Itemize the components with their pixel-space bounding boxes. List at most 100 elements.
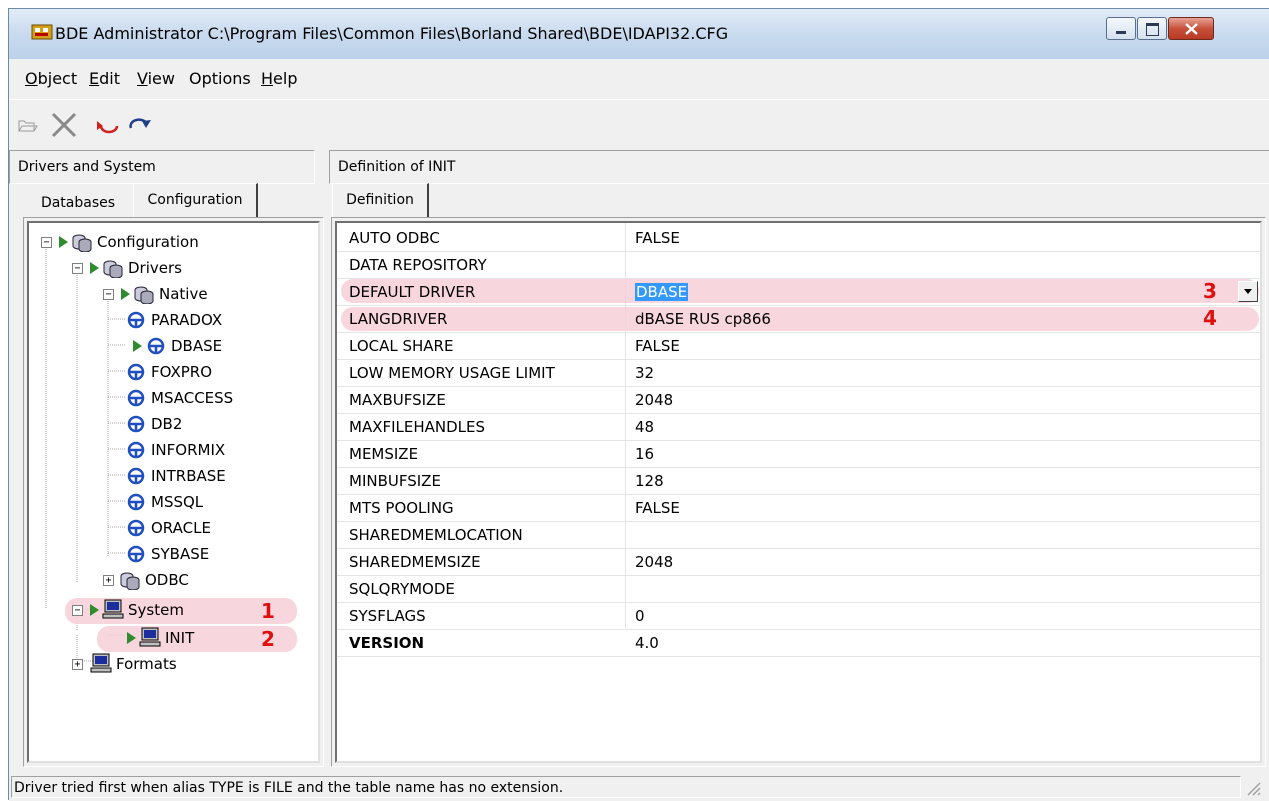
title-bar[interactable]: BDE Administrator C:\Program Files\Commo…	[9, 9, 1269, 59]
tree-item-informix[interactable]: INFORMIX	[29, 437, 318, 463]
collapse-icon: −	[72, 605, 83, 616]
tree-item-drivers[interactable]: − Drivers	[29, 255, 318, 281]
close-icon	[1185, 23, 1198, 35]
collapse-icon: −	[72, 263, 83, 274]
annotation-1: 1	[261, 599, 275, 623]
tree-item-msaccess[interactable]: MSACCESS	[29, 385, 318, 411]
minimize-button[interactable]	[1106, 17, 1136, 40]
redo-button[interactable]	[125, 110, 155, 140]
grid-row[interactable]: LOW MEMORY USAGE LIMIT 32	[337, 360, 1260, 387]
driver-icon	[127, 389, 145, 407]
annotation-4: 4	[1203, 306, 1217, 330]
tab-databases[interactable]: Databases	[23, 187, 133, 221]
tab-definition[interactable]: Definition	[332, 183, 429, 217]
tree-item-odbc[interactable]: + ODBC	[29, 567, 318, 593]
resize-grip-icon[interactable]	[1245, 780, 1261, 796]
computer-icon	[102, 599, 124, 619]
tree-item-foxpro[interactable]: FOXPRO	[29, 359, 318, 385]
status-message: Driver tried first when alias TYPE is FI…	[11, 776, 1241, 798]
tree-item-sybase[interactable]: SYBASE	[29, 541, 318, 567]
menu-view[interactable]: View	[137, 69, 175, 88]
active-arrow-icon	[127, 632, 136, 644]
status-bar: Driver tried first when alias TYPE is FI…	[9, 774, 1269, 801]
annotation-3: 3	[1203, 279, 1217, 303]
tab-configuration[interactable]: Configuration	[133, 183, 258, 217]
dropdown-button[interactable]	[1238, 281, 1258, 302]
driver-icon	[127, 441, 145, 459]
tree-item-db2[interactable]: DB2	[29, 411, 318, 437]
driver-icon	[127, 493, 145, 511]
expand-icon: +	[103, 575, 114, 586]
active-arrow-icon	[90, 604, 99, 616]
computer-icon	[139, 627, 161, 647]
collapse-icon: −	[103, 289, 114, 300]
grid-row[interactable]: MAXFILEHANDLES 48	[337, 414, 1260, 441]
driver-icon	[147, 337, 165, 355]
maximize-button[interactable]	[1137, 17, 1167, 40]
grid-row[interactable]: MAXBUFSIZE 2048	[337, 387, 1260, 414]
right-pane-header: Definition of INIT	[329, 150, 1269, 184]
expand-icon: +	[72, 659, 83, 670]
default-driver-value[interactable]: DBASE	[635, 283, 689, 301]
config-tree[interactable]: − Configuration − Drivers − Native PARAD…	[27, 221, 320, 763]
minimize-icon	[1116, 31, 1126, 34]
grid-row[interactable]: SHAREDMEMSIZE 2048	[337, 549, 1260, 576]
left-pane-header: Drivers and System	[9, 150, 315, 184]
database-icon	[103, 260, 123, 278]
grid-row[interactable]: SQLQRYMODE	[337, 576, 1260, 603]
tree-item-mssql[interactable]: MSSQL	[29, 489, 318, 515]
active-arrow-icon	[90, 262, 99, 274]
menu-edit[interactable]: Edit	[89, 69, 120, 88]
tree-item-init[interactable]: INIT	[29, 625, 318, 651]
database-icon	[134, 286, 154, 304]
menu-help[interactable]: Help	[261, 69, 297, 88]
definition-grid[interactable]: AUTO ODBC FALSE DATA REPOSITORY DEFAULT D…	[335, 221, 1262, 763]
menu-bar: Object Edit View Options Help	[9, 59, 1269, 99]
tree-item-native[interactable]: − Native	[29, 281, 318, 307]
tree-item-intrbase[interactable]: INTRBASE	[29, 463, 318, 489]
driver-icon	[127, 415, 145, 433]
tree-item-dbase[interactable]: DBASE	[29, 333, 318, 359]
open-button[interactable]	[13, 110, 43, 140]
bde-app-icon	[31, 24, 53, 40]
grid-row[interactable]: MEMSIZE 16	[337, 441, 1260, 468]
grid-row-version[interactable]: VERSION 4.0	[337, 630, 1260, 657]
database-icon	[120, 572, 140, 590]
open-folder-icon	[18, 120, 38, 132]
grid-row[interactable]: MINBUFSIZE 128	[337, 468, 1260, 495]
undo-icon	[97, 121, 119, 134]
driver-icon	[127, 545, 145, 563]
close-button[interactable]	[1168, 17, 1214, 40]
active-arrow-icon	[59, 236, 68, 248]
tree-item-system[interactable]: − System	[29, 597, 318, 623]
grid-row-default-driver[interactable]: DEFAULT DRIVER DBASE 3	[337, 279, 1260, 306]
computer-icon	[90, 653, 112, 673]
driver-icon	[127, 519, 145, 537]
menu-options[interactable]: Options	[189, 69, 251, 88]
grid-row[interactable]: DATA REPOSITORY	[337, 252, 1260, 279]
toolbar	[9, 99, 1269, 150]
grid-row[interactable]: LOCAL SHARE FALSE	[337, 333, 1260, 360]
driver-icon	[127, 467, 145, 485]
annotation-2: 2	[261, 627, 275, 651]
grid-row[interactable]: SHAREDMEMLOCATION	[337, 522, 1260, 549]
redo-icon	[129, 118, 151, 129]
undo-button[interactable]	[93, 110, 123, 140]
driver-icon	[127, 363, 145, 381]
tree-item-configuration[interactable]: − Configuration	[29, 229, 318, 255]
tree-item-paradox[interactable]: PARADOX	[29, 307, 318, 333]
grid-row-langdriver[interactable]: LANGDRIVER dBASE RUS cp866 4	[337, 306, 1260, 333]
tree-item-oracle[interactable]: ORACLE	[29, 515, 318, 541]
maximize-icon	[1146, 23, 1159, 36]
app-window: BDE Administrator C:\Program Files\Commo…	[8, 8, 1269, 801]
delete-button[interactable]	[49, 110, 79, 140]
grid-row[interactable]: SYSFLAGS 0	[337, 603, 1260, 630]
menu-object[interactable]: Object	[25, 69, 77, 88]
grid-row[interactable]: AUTO ODBC FALSE	[337, 225, 1260, 252]
grid-row[interactable]: MTS POOLING FALSE	[337, 495, 1260, 522]
window-title: BDE Administrator C:\Program Files\Commo…	[55, 24, 729, 43]
database-icon	[72, 234, 92, 252]
active-arrow-icon	[121, 288, 130, 300]
tree-item-formats[interactable]: + Formats	[29, 651, 318, 677]
driver-icon	[127, 311, 145, 329]
